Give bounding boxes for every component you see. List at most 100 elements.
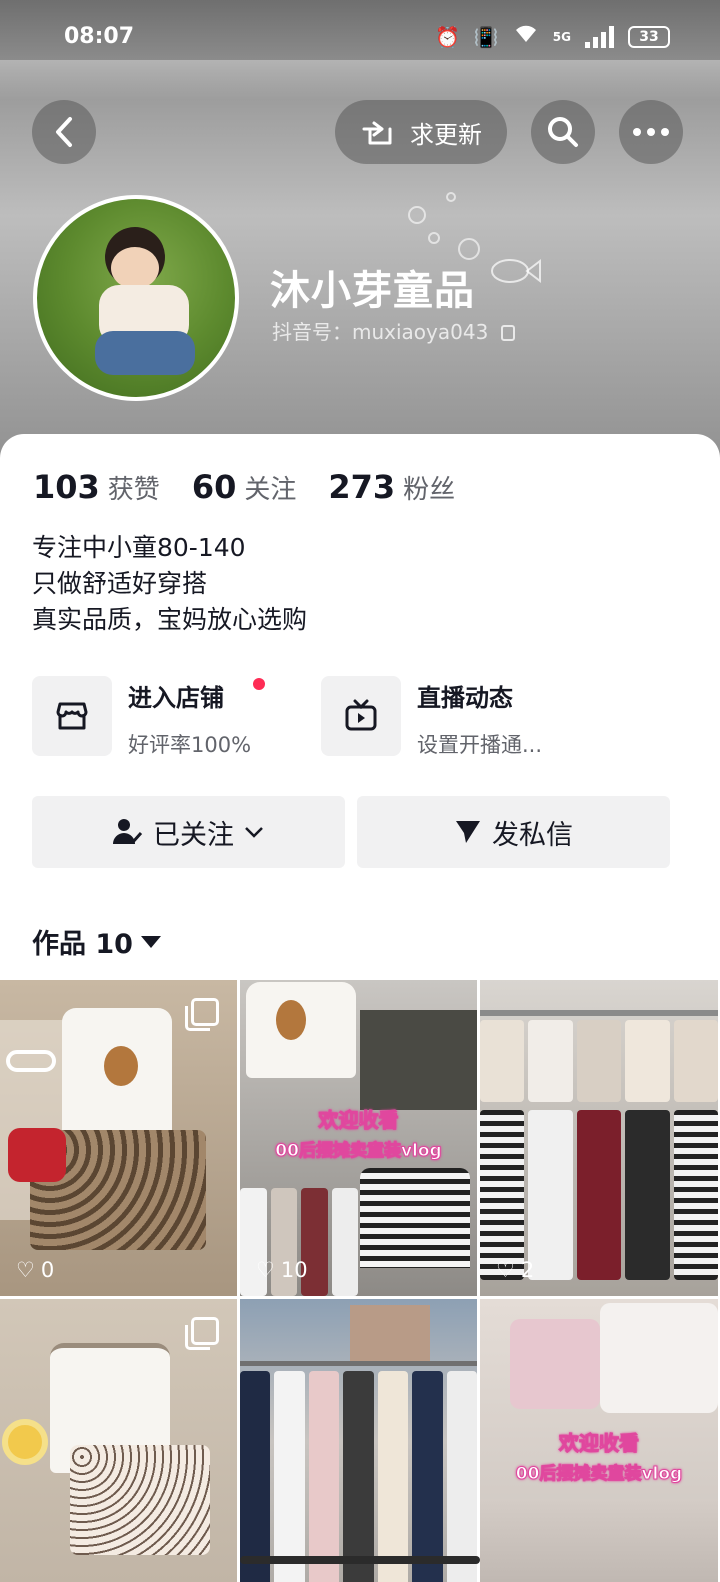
tile-flower: [2, 1419, 48, 1465]
profile-name: 沐小芽童品: [270, 268, 475, 314]
more-dots-icon: [633, 128, 669, 136]
tile-rack-bar: [480, 1010, 718, 1016]
avatar-figure-face: [111, 247, 159, 289]
video-tile[interactable]: [0, 1299, 237, 1582]
tile-buildings: [350, 1305, 430, 1365]
send-message-button[interactable]: 发私信: [357, 796, 670, 868]
works-tab[interactable]: 作品 10: [32, 922, 161, 961]
tile-clothes-rack: [240, 1371, 477, 1582]
wifi-icon: [513, 24, 539, 49]
profile-stats: 103 获赞 60 关注 273 粉丝: [33, 468, 455, 506]
stat-followers[interactable]: 273 粉丝: [328, 468, 455, 506]
signal-icon: [585, 25, 614, 48]
stat-likes[interactable]: 103 获赞: [33, 468, 160, 506]
video-tile[interactable]: ♡ 2: [480, 980, 718, 1296]
decor-bubble: [458, 238, 480, 260]
vibrate-icon: 📳: [473, 24, 499, 49]
tile-likes: ♡ 0: [16, 1258, 54, 1282]
heart-icon: ♡: [16, 1258, 35, 1282]
tile-rack-bar: [240, 1361, 477, 1366]
tile-pink-clothes: [510, 1319, 600, 1409]
video-tile[interactable]: 欢迎收看 00后摆摊卖童装vlog: [480, 1299, 718, 1582]
live-updates-card[interactable]: 直播动态 设置开播通...: [321, 676, 543, 757]
request-update-button[interactable]: 求更新: [335, 100, 507, 164]
bio-line: 真实品质，宝妈放心选购: [32, 605, 308, 634]
shop-icon: [32, 676, 112, 756]
stat-followers-count: 273: [328, 468, 396, 506]
decor-bubble: [408, 206, 426, 224]
tile-print: [104, 1046, 138, 1086]
douyin-id[interactable]: 抖音号：muxiaoya043: [272, 316, 515, 345]
alarm-icon: ⏰: [434, 24, 460, 49]
notification-dot: [253, 678, 266, 690]
tile-likes-count: 10: [280, 1258, 308, 1282]
multi-image-icon: [185, 1317, 219, 1350]
video-tile[interactable]: ♡ 0: [0, 980, 237, 1296]
douyin-id-text: 抖音号：muxiaoya043: [272, 320, 489, 344]
shop-card-subtitle: 好评率100%: [128, 733, 252, 757]
pointing-hand-icon: [362, 121, 392, 145]
status-bar: 08:07 ⏰ 📳 5G 33: [0, 22, 720, 58]
tile-likes: ♡ 10: [256, 1258, 308, 1282]
tv-icon: [321, 676, 401, 756]
decor-bubble: [446, 192, 456, 202]
avatar[interactable]: [33, 195, 239, 401]
tile-clothes-rack: [480, 1110, 718, 1280]
following-label: 已关注: [153, 819, 234, 851]
chevron-down-icon: [245, 827, 263, 838]
copy-icon[interactable]: [500, 325, 515, 341]
back-button[interactable]: [32, 100, 96, 164]
works-tab-label: 作品 10: [32, 929, 133, 960]
tile-fabric: [480, 1499, 718, 1582]
tile-dark-area: [360, 1010, 477, 1110]
tile-likes-count: 0: [40, 1258, 55, 1282]
tile-overlay-subtitle: 00后摆摊卖童装vlog: [275, 1141, 442, 1162]
decor-bubble: [428, 232, 440, 244]
tile-white-clothes: [600, 1303, 718, 1413]
more-button[interactable]: [619, 100, 683, 164]
tile-likes: ♡ 2: [496, 1258, 534, 1282]
avatar-figure-pants: [95, 331, 195, 375]
bio-line: 只做舒适好穿搭: [32, 569, 208, 598]
enter-shop-card[interactable]: 进入店铺 好评率100%: [32, 676, 266, 757]
chevron-left-icon: [56, 117, 72, 147]
stat-following-label: 关注: [244, 475, 297, 505]
battery-icon: 33: [628, 25, 670, 48]
search-icon: [548, 117, 578, 147]
tile-shorts: [70, 1445, 210, 1555]
tile-overlay-title: 欢迎收看: [559, 1431, 640, 1456]
home-indicator[interactable]: [240, 1556, 480, 1564]
stat-following-count: 60: [191, 468, 237, 506]
search-button[interactable]: [531, 100, 595, 164]
live-card-subtitle: 设置开播通...: [417, 733, 543, 757]
fish-decor-icon: [490, 256, 542, 290]
tile-clothes-rack: [480, 1020, 718, 1102]
stat-following[interactable]: 60 关注: [192, 468, 297, 506]
user-check-icon: [113, 819, 143, 845]
send-icon: [456, 821, 480, 843]
request-update-label: 求更新: [410, 120, 482, 149]
following-button[interactable]: 已关注: [32, 796, 345, 868]
works-grid: ♡ 0 欢迎收看 00后摆摊卖童装vlog ♡ 10 ♡ 2 欢迎收看 00后摆…: [0, 980, 720, 1582]
heart-icon: ♡: [256, 1258, 275, 1282]
video-tile[interactable]: 欢迎收看 00后摆摊卖童装vlog ♡ 10: [240, 980, 477, 1296]
stat-followers-label: 粉丝: [403, 475, 456, 505]
stat-likes-label: 获赞: [107, 475, 160, 505]
status-icons: ⏰ 📳 5G 33: [435, 24, 670, 49]
caret-down-icon: [140, 935, 161, 948]
battery-level: 33: [639, 28, 659, 45]
tile-likes-count: 2: [520, 1258, 535, 1282]
live-card-title: 直播动态: [417, 684, 513, 712]
tile-bag: [8, 1128, 66, 1182]
stat-likes-count: 103: [33, 468, 100, 506]
status-time: 08:07: [64, 24, 135, 49]
profile-bio: 专注中小童80-140 只做舒适好穿搭 真实品质，宝妈放心选购: [32, 530, 307, 638]
multi-image-icon: [185, 998, 219, 1031]
tile-sunglasses: [6, 1050, 56, 1072]
tile-striped-shirt: [360, 1168, 470, 1268]
tile-print: [276, 1000, 306, 1040]
tile-overlay-title: 欢迎收看: [318, 1108, 399, 1133]
video-tile[interactable]: [240, 1299, 477, 1582]
send-message-label: 发私信: [492, 819, 573, 851]
tile-overlay-subtitle: 00后摆摊卖童装vlog: [515, 1464, 683, 1485]
